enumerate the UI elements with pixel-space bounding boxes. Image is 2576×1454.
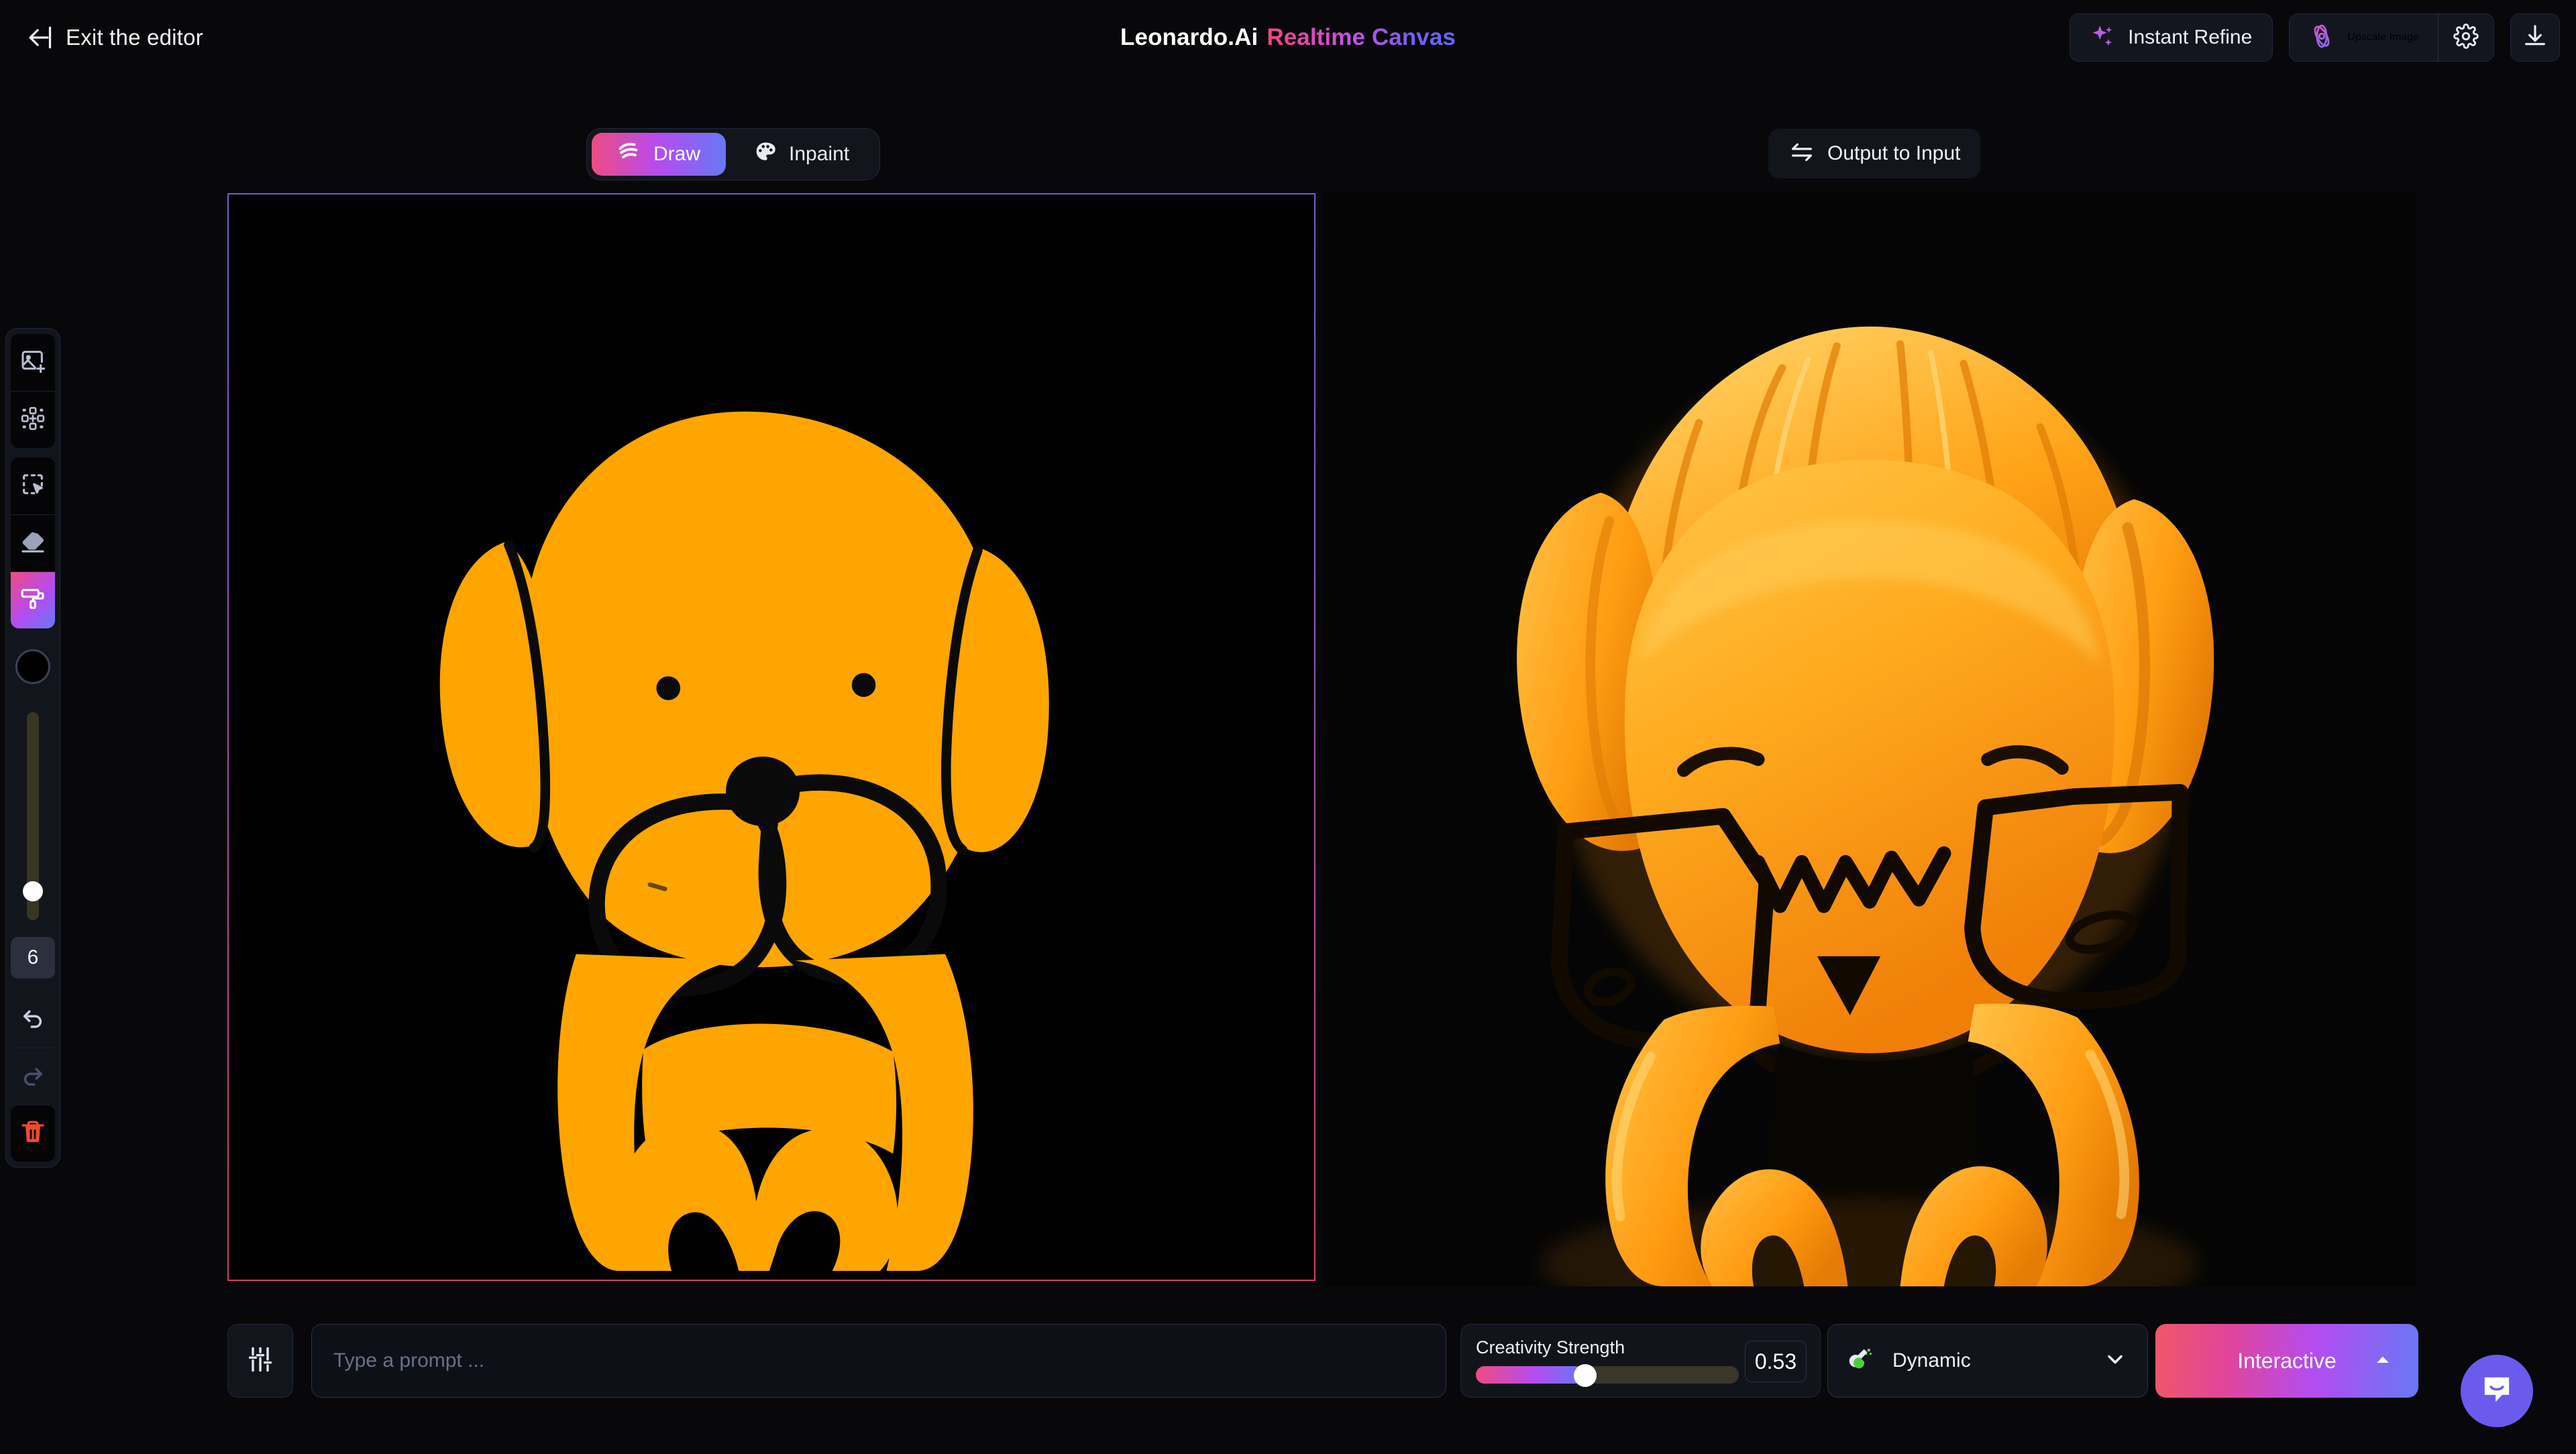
prompt-settings-button[interactable] xyxy=(227,1324,293,1398)
color-swatch-button[interactable] xyxy=(11,638,55,695)
swap-arrows-icon xyxy=(1788,139,1815,169)
bottom-bar: Creativity Strength 0.53 Dynamic xyxy=(0,1316,2576,1410)
upscale-image-label: Upscale Image xyxy=(2347,32,2419,43)
upscale-settings-button[interactable] xyxy=(2438,14,2493,61)
tab-inpaint[interactable]: Inpaint xyxy=(729,133,875,176)
preset-dropdown[interactable]: Dynamic xyxy=(1827,1324,2148,1398)
brush-size-knob[interactable] xyxy=(23,881,43,901)
output-to-input-label: Output to Input xyxy=(1827,142,1961,164)
input-drawing-canvas[interactable] xyxy=(227,193,1316,1281)
generate-mode-button[interactable]: Interactive xyxy=(2155,1324,2418,1398)
tab-inpaint-label: Inpaint xyxy=(789,143,850,165)
creativity-fill xyxy=(1476,1365,1583,1384)
undo-icon xyxy=(19,1003,47,1035)
creativity-strength-value: 0.53 xyxy=(1745,1341,1807,1382)
instant-refine-label: Instant Refine xyxy=(2128,26,2253,48)
brush-size-slider[interactable] xyxy=(11,695,55,937)
realtime-canvas-app: Exit the editor Leonardo.Ai Realtime Can… xyxy=(0,0,2576,1454)
image-plus-icon xyxy=(19,347,46,378)
output-to-input-button[interactable]: Output to Input xyxy=(1768,129,1981,178)
gear-icon xyxy=(2453,23,2479,52)
trash-icon xyxy=(19,1119,46,1149)
chevron-down-icon xyxy=(2103,1347,2127,1375)
undo-button[interactable] xyxy=(11,991,55,1048)
toolbar-group-tools xyxy=(11,457,55,628)
tool-add-image[interactable] xyxy=(11,334,55,391)
redo-button[interactable] xyxy=(11,1048,55,1105)
top-actions: Instant Refine Upscale Image xyxy=(2070,0,2560,75)
eraser-icon xyxy=(19,528,46,559)
help-chat-button[interactable] xyxy=(2461,1355,2533,1427)
left-toolbar: 6 xyxy=(5,328,60,1168)
tool-brush[interactable] xyxy=(11,571,55,628)
upscale-group: Upscale Image xyxy=(2289,13,2494,62)
brush-size-value: 6 xyxy=(11,937,55,978)
color-swatch xyxy=(15,649,50,684)
exit-editor-label: Exit the editor xyxy=(66,25,203,50)
palette-icon xyxy=(754,140,777,168)
tool-resize-canvas[interactable] xyxy=(11,391,55,448)
creativity-strength-control: Creativity Strength 0.53 xyxy=(1460,1324,1821,1398)
delete-button[interactable] xyxy=(11,1105,55,1162)
generate-mode-label: Interactive xyxy=(2237,1348,2337,1373)
chevron-up-icon xyxy=(2373,1349,2393,1373)
drawing-artwork xyxy=(439,411,1049,1272)
brand-name: Leonardo.Ai xyxy=(1120,24,1258,50)
toolbar-group-history xyxy=(11,991,55,1162)
product-name: Realtime Canvas xyxy=(1267,24,1456,50)
instant-refine-button[interactable]: Instant Refine xyxy=(2070,13,2273,62)
tab-draw-label: Draw xyxy=(653,143,701,165)
toolbar-group-image xyxy=(11,334,55,448)
exit-editor-button[interactable]: Exit the editor xyxy=(15,0,213,75)
atom-icon xyxy=(2308,23,2335,53)
preset-dropdown-label: Dynamic xyxy=(1892,1349,1971,1372)
tool-eraser[interactable] xyxy=(11,514,55,571)
chat-bubble-icon xyxy=(2478,1371,2516,1412)
download-button[interactable] xyxy=(2510,13,2560,62)
tool-select[interactable] xyxy=(11,457,55,514)
sliders-icon xyxy=(246,1345,275,1378)
redo-icon xyxy=(19,1061,47,1093)
arrow-left-to-line-icon xyxy=(24,23,54,52)
brush-size-track xyxy=(23,712,43,920)
top-bar: Exit the editor Leonardo.Ai Realtime Can… xyxy=(0,0,2576,75)
sparkles-icon xyxy=(2090,23,2116,52)
expand-canvas-icon xyxy=(19,405,46,435)
mode-tabs: Draw Inpaint xyxy=(586,128,881,180)
creativity-strength-slider[interactable] xyxy=(1476,1363,1739,1387)
paint-roller-icon xyxy=(19,585,46,616)
select-cursor-icon xyxy=(19,471,46,501)
upscale-image-button[interactable]: Upscale Image xyxy=(2290,14,2438,61)
tab-draw[interactable]: Draw xyxy=(592,133,727,176)
creativity-knob[interactable] xyxy=(1574,1363,1597,1387)
flask-icon xyxy=(1848,1345,1876,1377)
prompt-input[interactable] xyxy=(333,1349,1424,1372)
scribble-icon xyxy=(617,139,641,169)
generated-artwork xyxy=(1323,193,2416,1286)
prompt-input-wrapper[interactable] xyxy=(311,1324,1446,1398)
output-generated-image[interactable] xyxy=(1323,193,2416,1286)
download-icon xyxy=(2522,23,2548,53)
